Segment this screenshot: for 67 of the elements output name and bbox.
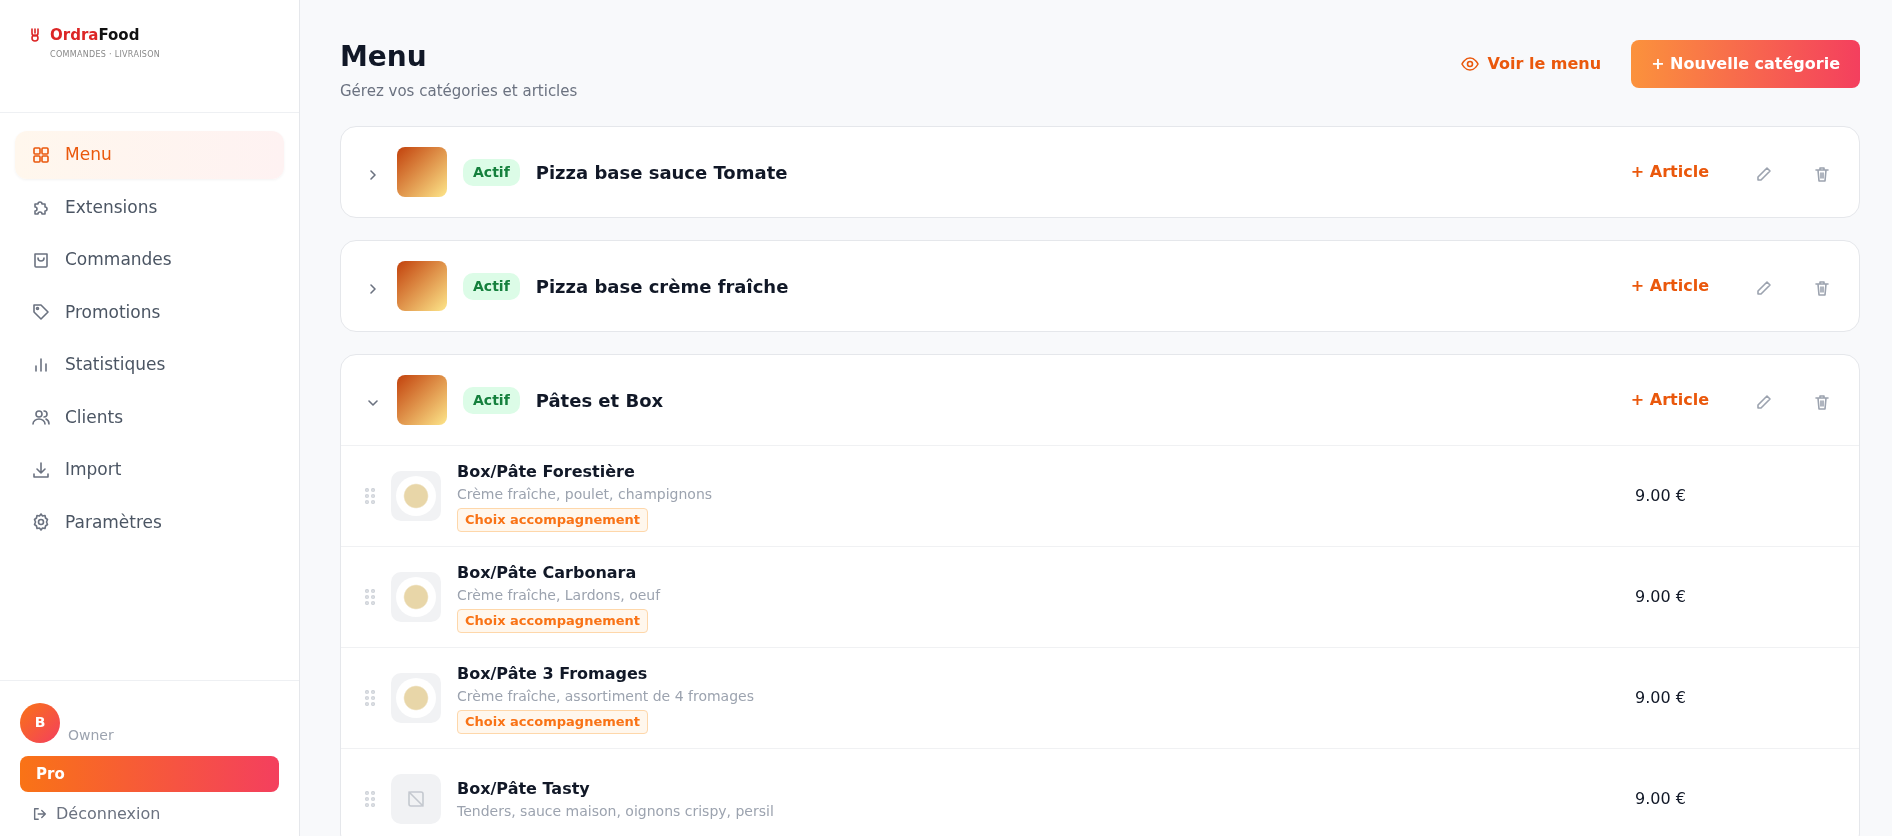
item-price: 9.00 € — [1635, 485, 1687, 508]
item-description: Crème fraîche, poulet, champignons — [457, 485, 713, 505]
logout-button[interactable]: Déconnexion — [20, 792, 173, 836]
image-off-icon — [407, 790, 425, 809]
pencil-icon — [1755, 165, 1773, 184]
user-role: Owner — [68, 725, 114, 745]
download-icon — [31, 459, 51, 480]
drag-handle-icon — [365, 589, 375, 606]
drag-handle-icon — [365, 791, 375, 808]
option-tag: Choix accompagnement — [457, 710, 649, 734]
trash-icon — [1813, 279, 1831, 298]
item-price: 9.00 € — [1635, 788, 1687, 811]
pencil-icon — [1755, 279, 1773, 298]
photo-placeholder — [397, 375, 447, 426]
item-name: Box/Pâte 3 Fromages — [457, 663, 649, 686]
page-title: Menu — [340, 40, 428, 74]
trash-icon — [1813, 165, 1831, 184]
pencil-icon — [1755, 393, 1773, 412]
item-name: Box/Pâte Tasty — [457, 777, 591, 800]
sidebar-item[interactable]: Clients — [15, 393, 284, 441]
view-menu-button[interactable]: Voir le menu — [1455, 51, 1608, 77]
sidebar-item[interactable]: Statistiques — [15, 341, 284, 389]
sidebar-item[interactable]: Menu — [15, 131, 284, 179]
item-description: Tenders, sauce maison, oignons crispy, persil — [457, 801, 774, 821]
status-badge: Actif — [463, 272, 520, 300]
item-name: Box/Pâte Carbonara — [457, 562, 638, 585]
fork-logo-icon — [28, 27, 42, 44]
sidebar-item[interactable]: Extensions — [15, 183, 284, 231]
sidebar-item[interactable]: Promotions — [15, 288, 284, 336]
users-icon — [31, 407, 51, 428]
tag-icon — [31, 302, 51, 323]
category-name: Pâtes et Box — [535, 388, 664, 413]
add-article-button[interactable]: + Article — [1624, 273, 1715, 300]
brand-tagline: COMMANDES · LIVRAISON — [50, 48, 162, 61]
grid-icon — [31, 144, 51, 165]
eye-icon — [1461, 55, 1480, 73]
page-subtitle: Gérez vos catégories et articles — [340, 80, 578, 102]
brand-name: OrdraFood — [50, 25, 140, 46]
sidebar-item[interactable]: Import — [15, 446, 284, 494]
logout-icon — [32, 806, 48, 822]
item-description: Crème fraîche, Lardons, oeuf — [457, 586, 661, 606]
add-article-button[interactable]: + Article — [1624, 159, 1715, 186]
sidebar-item[interactable]: Paramètres — [15, 498, 284, 546]
option-tag: Choix accompagnement — [457, 508, 649, 532]
sidebar-item[interactable]: Commandes — [15, 236, 284, 284]
item-description: Crème fraîche, assortiment de 4 fromages — [457, 687, 754, 707]
item-name: Box/Pâte Forestière — [457, 461, 636, 484]
photo-placeholder — [397, 147, 447, 198]
settings-icon — [31, 512, 51, 533]
status-badge: Actif — [463, 386, 520, 414]
status-badge: Actif — [463, 158, 520, 186]
option-tag: Choix accompagnement — [457, 609, 649, 633]
add-article-button[interactable]: + Article — [1624, 387, 1715, 414]
user-avatar: B — [20, 702, 60, 743]
item-price: 9.00 € — [1635, 586, 1687, 609]
new-category-button[interactable]: + Nouvelle catégorie — [1631, 40, 1860, 88]
trash-icon — [1813, 393, 1831, 412]
photo-placeholder — [397, 261, 447, 312]
photo-placeholder — [396, 476, 436, 517]
drag-handle-icon — [365, 690, 375, 707]
photo-placeholder — [396, 678, 436, 719]
category-name: Pizza base sauce Tomate — [535, 160, 788, 185]
item-price: 9.00 € — [1635, 687, 1687, 710]
plan-badge[interactable]: Pro — [20, 755, 279, 792]
photo-placeholder — [396, 577, 436, 618]
drag-handle-icon — [365, 488, 375, 505]
category-name: Pizza base crème fraîche — [535, 274, 789, 299]
